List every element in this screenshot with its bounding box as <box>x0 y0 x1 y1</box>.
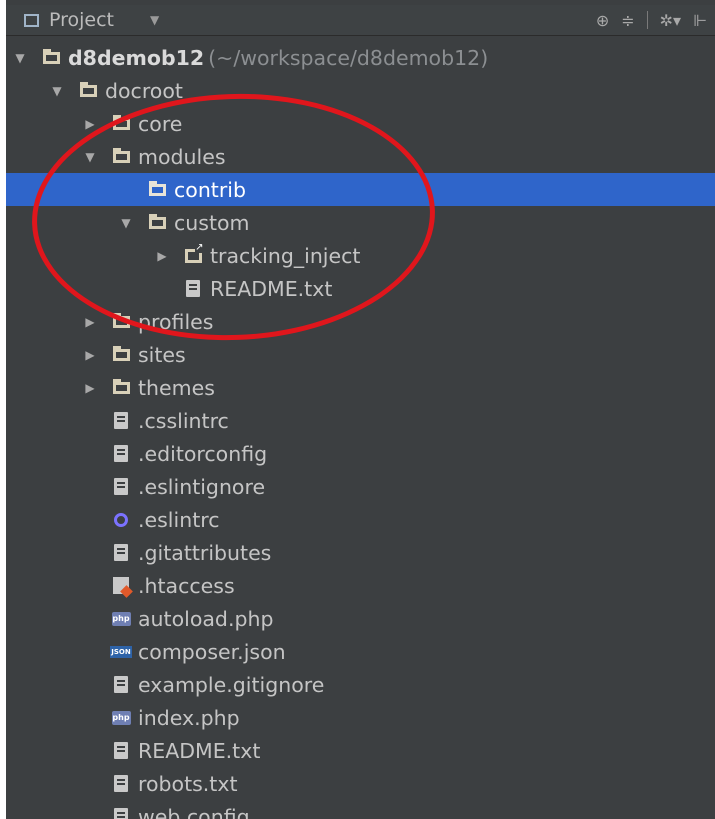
collapsed-arrow-icon[interactable]: ▶ <box>82 381 98 395</box>
tree-label: autoload.php <box>138 606 274 631</box>
expanded-arrow-icon[interactable]: ▼ <box>12 51 28 65</box>
collapse-all-icon[interactable]: ≑ <box>621 11 634 30</box>
tree-label: index.php <box>138 705 240 730</box>
tree-label: modules <box>138 144 226 169</box>
tree-row-root[interactable]: ▼ d8demob12 (~/workspace/d8demob12) <box>6 41 715 74</box>
tree-row-modules[interactable]: ▼ modules <box>6 140 715 173</box>
tree-label: custom <box>174 210 250 235</box>
project-icon <box>24 13 39 27</box>
collapsed-arrow-icon[interactable]: ▶ <box>82 348 98 362</box>
tree-row-file[interactable]: ▶ JSON composer.json <box>6 635 715 668</box>
tree-row-profiles[interactable]: ▶ profiles <box>6 305 715 338</box>
tree-label: web.config <box>138 804 250 819</box>
tree-label: .htaccess <box>138 573 235 598</box>
folder-icon <box>110 311 132 333</box>
tree-path: (~/workspace/d8demob12) <box>208 45 489 70</box>
tree-label: core <box>138 111 183 136</box>
folder-icon <box>110 344 132 366</box>
tree-row-file[interactable]: ▶ .gitattributes <box>6 536 715 569</box>
collapsed-arrow-icon[interactable]: ▶ <box>154 249 170 263</box>
toolbar-actions: ⊕ ≑ ✲▾ ⊩ <box>596 5 707 35</box>
tree-row-core[interactable]: ▶ core <box>6 107 715 140</box>
tree-row-file[interactable]: ▶ .csslintrc <box>6 404 715 437</box>
project-panel: Project ▼ ⊕ ≑ ✲▾ ⊩ ▼ d8demob12 (~/worksp… <box>6 0 715 819</box>
expanded-arrow-icon[interactable]: ▼ <box>118 216 134 230</box>
tree-row-file[interactable]: ▶ example.gitignore <box>6 668 715 701</box>
tree-row-file[interactable]: ▶ .htaccess <box>6 569 715 602</box>
text-file-icon <box>182 278 204 300</box>
tree-row-file[interactable]: ▶ php autoload.php <box>6 602 715 635</box>
tree-row-file[interactable]: ▶ .editorconfig <box>6 437 715 470</box>
tree-label: composer.json <box>138 639 286 664</box>
text-file-icon <box>110 773 132 795</box>
tree-label: .gitattributes <box>138 540 272 565</box>
tree-label: sites <box>138 342 186 367</box>
tree-label: profiles <box>138 309 214 334</box>
tree-label: contrib <box>174 177 246 202</box>
folder-icon <box>40 47 62 69</box>
folder-icon <box>146 212 168 234</box>
tree-label: d8demob12 <box>68 45 205 70</box>
text-file-icon <box>110 476 132 498</box>
expanded-arrow-icon[interactable]: ▼ <box>49 84 65 98</box>
folder-icon <box>146 179 168 201</box>
php-file-icon: php <box>110 608 132 630</box>
tree-label: README.txt <box>210 276 333 301</box>
text-file-icon <box>110 410 132 432</box>
tree-label: robots.txt <box>138 771 238 796</box>
json-file-icon: JSON <box>110 645 132 658</box>
symlink-folder-icon <box>182 242 204 267</box>
folder-icon <box>77 80 99 102</box>
folder-icon <box>110 146 132 168</box>
tree-row-file[interactable]: ▶ php index.php <box>6 701 715 734</box>
project-view-selector[interactable]: Project ▼ <box>24 9 159 31</box>
collapsed-arrow-icon[interactable]: ▶ <box>82 117 98 131</box>
tree-row-custom[interactable]: ▼ custom <box>6 206 715 239</box>
collapsed-arrow-icon[interactable]: ▶ <box>82 315 98 329</box>
tree-row-tracking[interactable]: ▶ tracking_inject <box>6 239 715 272</box>
tree-label: .eslintrc <box>138 507 220 532</box>
text-file-icon <box>110 806 132 819</box>
tree-row-module-readme[interactable]: ▶ README.txt <box>6 272 715 305</box>
scroll-from-source-icon[interactable]: ⊕ <box>596 11 609 30</box>
gear-icon[interactable]: ✲▾ <box>660 11 681 30</box>
text-file-icon <box>110 674 132 696</box>
php-file-icon: php <box>110 707 132 729</box>
tree-row-file[interactable]: ▶ README.txt <box>6 734 715 767</box>
tree-row-file[interactable]: ▶ robots.txt <box>6 767 715 800</box>
chevron-down-icon: ▼ <box>150 13 160 27</box>
htaccess-icon <box>110 575 132 597</box>
folder-icon <box>110 113 132 135</box>
tree-label: docroot <box>105 78 183 103</box>
tree-row-file[interactable]: ▶ web.config <box>6 800 715 819</box>
project-tree: ▼ d8demob12 (~/workspace/d8demob12) ▼ do… <box>6 41 715 819</box>
toolbar-divider <box>646 11 648 29</box>
expanded-arrow-icon[interactable]: ▼ <box>82 150 98 164</box>
text-file-icon <box>110 542 132 564</box>
tree-row-themes[interactable]: ▶ themes <box>6 371 715 404</box>
project-title: Project <box>49 9 115 31</box>
tree-row-sites[interactable]: ▶ sites <box>6 338 715 371</box>
tree-label: tracking_inject <box>210 243 361 268</box>
tree-label: .csslintrc <box>138 408 229 433</box>
folder-icon <box>110 377 132 399</box>
tree-row-file[interactable]: ▶ .eslintrc <box>6 503 715 536</box>
tree-row-file[interactable]: ▶ .eslintignore <box>6 470 715 503</box>
tree-label: README.txt <box>138 738 261 763</box>
text-file-icon <box>110 740 132 762</box>
project-toolbar: Project ▼ ⊕ ≑ ✲▾ ⊩ <box>6 5 715 36</box>
tree-label: .eslintignore <box>138 474 266 499</box>
tree-label: example.gitignore <box>138 672 325 697</box>
tree-row-contrib[interactable]: ▶ contrib <box>6 173 715 206</box>
tree-label: .editorconfig <box>138 441 268 466</box>
text-file-icon <box>110 443 132 465</box>
tree-label: themes <box>138 375 215 400</box>
tree-row-docroot[interactable]: ▼ docroot <box>6 74 715 107</box>
hide-panel-icon[interactable]: ⊩ <box>693 11 707 30</box>
eslint-icon <box>110 509 132 531</box>
